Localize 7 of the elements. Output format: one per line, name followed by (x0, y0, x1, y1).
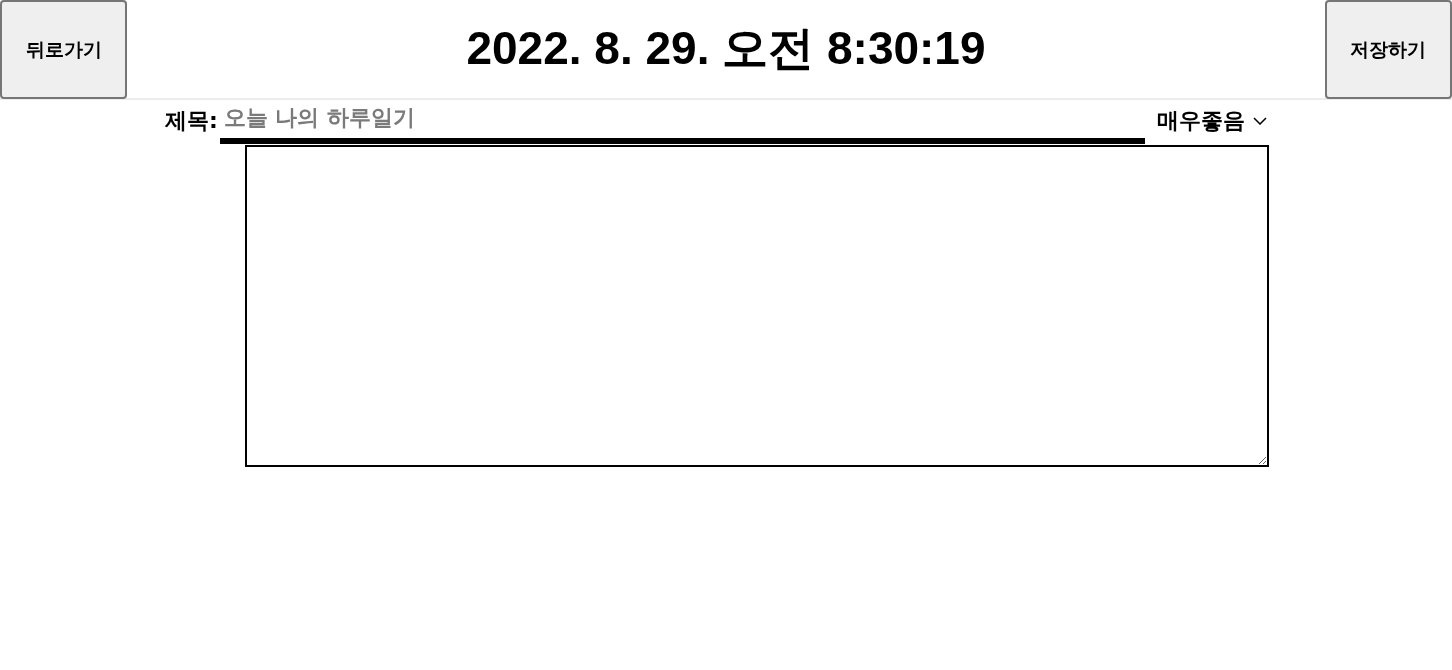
content-field[interactable] (245, 145, 1269, 467)
title-label: 제목: (165, 107, 218, 135)
back-button[interactable]: 뒤로가기 (0, 0, 127, 99)
chevron-down-icon (1252, 117, 1267, 125)
save-button[interactable]: 저장하기 (1325, 0, 1452, 99)
date-time-heading: 2022. 8. 29. 오전 8:30:19 (466, 21, 986, 76)
mood-select[interactable]: 매우좋음 (1154, 106, 1269, 136)
